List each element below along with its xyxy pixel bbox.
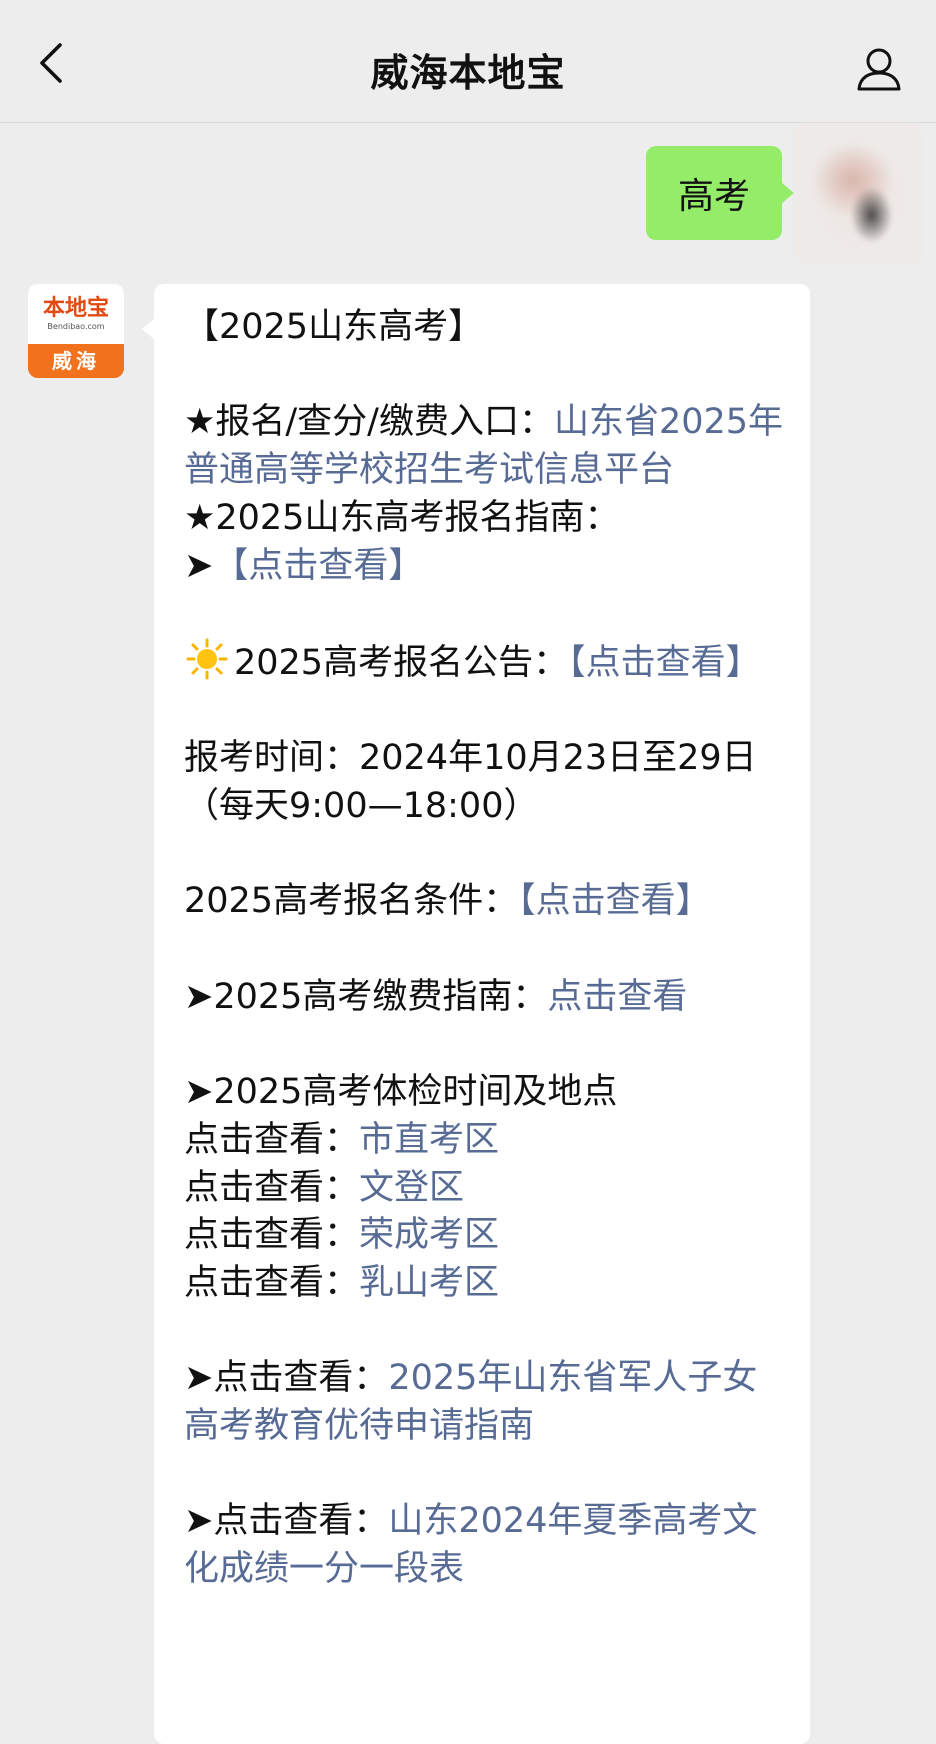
logo-top: 本地宝 Bendibao.com bbox=[28, 284, 124, 346]
fee-line: ➤2025高考缴费指南：点击查看 bbox=[184, 974, 784, 1022]
exam-item-link[interactable]: 文登区 bbox=[359, 1168, 464, 1208]
exam-heading: ➤2025高考体检时间及地点 bbox=[184, 1072, 618, 1113]
chat-title: 威海本地宝 bbox=[370, 51, 566, 95]
condition-label: 2025高考报名条件： bbox=[184, 881, 519, 922]
score-line: ➤点击查看：山东2024年夏季高考文化成绩一分一段表 bbox=[184, 1498, 784, 1593]
exam-item-link[interactable]: 市直考区 bbox=[359, 1120, 499, 1160]
exam-item: 点击查看：乳山考区 bbox=[184, 1260, 784, 1308]
guide-label: ★2025山东高考报名指南： bbox=[184, 497, 620, 538]
outgoing-message-text: 高考 bbox=[677, 176, 750, 217]
exam-item: 点击查看：市直考区 bbox=[184, 1117, 784, 1165]
user-icon bbox=[857, 48, 901, 91]
notice-line: 2025高考报名公告：【点击查看】 bbox=[184, 638, 784, 688]
exam-item: 点击查看：荣成考区 bbox=[184, 1212, 784, 1260]
condition-line: 2025高考报名条件：【点击查看】 bbox=[184, 878, 784, 926]
sun-icon bbox=[186, 638, 228, 680]
logo-sub-text: Bendibao.com bbox=[47, 322, 105, 331]
guide-line: ➤【点击查看】 bbox=[184, 543, 784, 591]
entry-label: ★报名/查分/缴费入口： bbox=[184, 402, 554, 443]
time-text: 报考时间：2024年10月23日至29日（每天9:00—18:00） bbox=[184, 738, 757, 826]
exam-item: 点击查看：文登区 bbox=[184, 1165, 784, 1213]
message-heading: 【2025山东高考】 bbox=[184, 307, 484, 347]
chat-header: 威海本地宝 bbox=[0, 0, 936, 123]
profile-button[interactable] bbox=[854, 44, 904, 94]
exam-item-link[interactable]: 荣成考区 bbox=[359, 1215, 499, 1255]
notice-link[interactable]: 【点击查看】 bbox=[568, 643, 761, 683]
account-avatar[interactable]: 本地宝 Bendibao.com 威海 bbox=[28, 284, 124, 378]
exam-item-prefix: 点击查看： bbox=[184, 1262, 360, 1303]
score-label: ➤点击查看： bbox=[184, 1501, 389, 1542]
fee-label: ➤2025高考缴费指南： bbox=[184, 976, 548, 1017]
military-line: ➤点击查看：2025年山东省军人子女高考教育优待申请指南 bbox=[184, 1355, 784, 1450]
exam-item-link[interactable]: 乳山考区 bbox=[359, 1263, 499, 1303]
entry-line: ★报名/查分/缴费入口：山东省2025年普通高等学校招生考试信息平台 bbox=[184, 399, 784, 494]
notice-label: 2025高考报名公告： bbox=[234, 642, 569, 683]
user-avatar[interactable] bbox=[796, 124, 922, 264]
exam-item-prefix: 点击查看： bbox=[184, 1215, 360, 1256]
message-body: 【2025山东高考】 ★报名/查分/缴费入口：山东省2025年普通高等学校招生考… bbox=[184, 304, 784, 1594]
exam-item-prefix: 点击查看： bbox=[184, 1167, 360, 1208]
condition-link[interactable]: 【点击查看】 bbox=[518, 881, 711, 921]
exam-item-prefix: 点击查看： bbox=[184, 1119, 360, 1160]
outgoing-message-bubble[interactable]: 高考 bbox=[646, 146, 794, 240]
logo-main-text: 本地宝 bbox=[42, 295, 109, 321]
logo-city-text: 威海 bbox=[28, 344, 124, 378]
military-label: ➤点击查看： bbox=[184, 1358, 389, 1399]
incoming-message-bubble[interactable]: 【2025山东高考】 ★报名/查分/缴费入口：山东省2025年普通高等学校招生考… bbox=[142, 284, 810, 1744]
arrow-icon: ➤ bbox=[184, 545, 214, 586]
fee-link[interactable]: 点击查看 bbox=[547, 977, 687, 1017]
guide-link[interactable]: 【点击查看】 bbox=[213, 546, 423, 586]
